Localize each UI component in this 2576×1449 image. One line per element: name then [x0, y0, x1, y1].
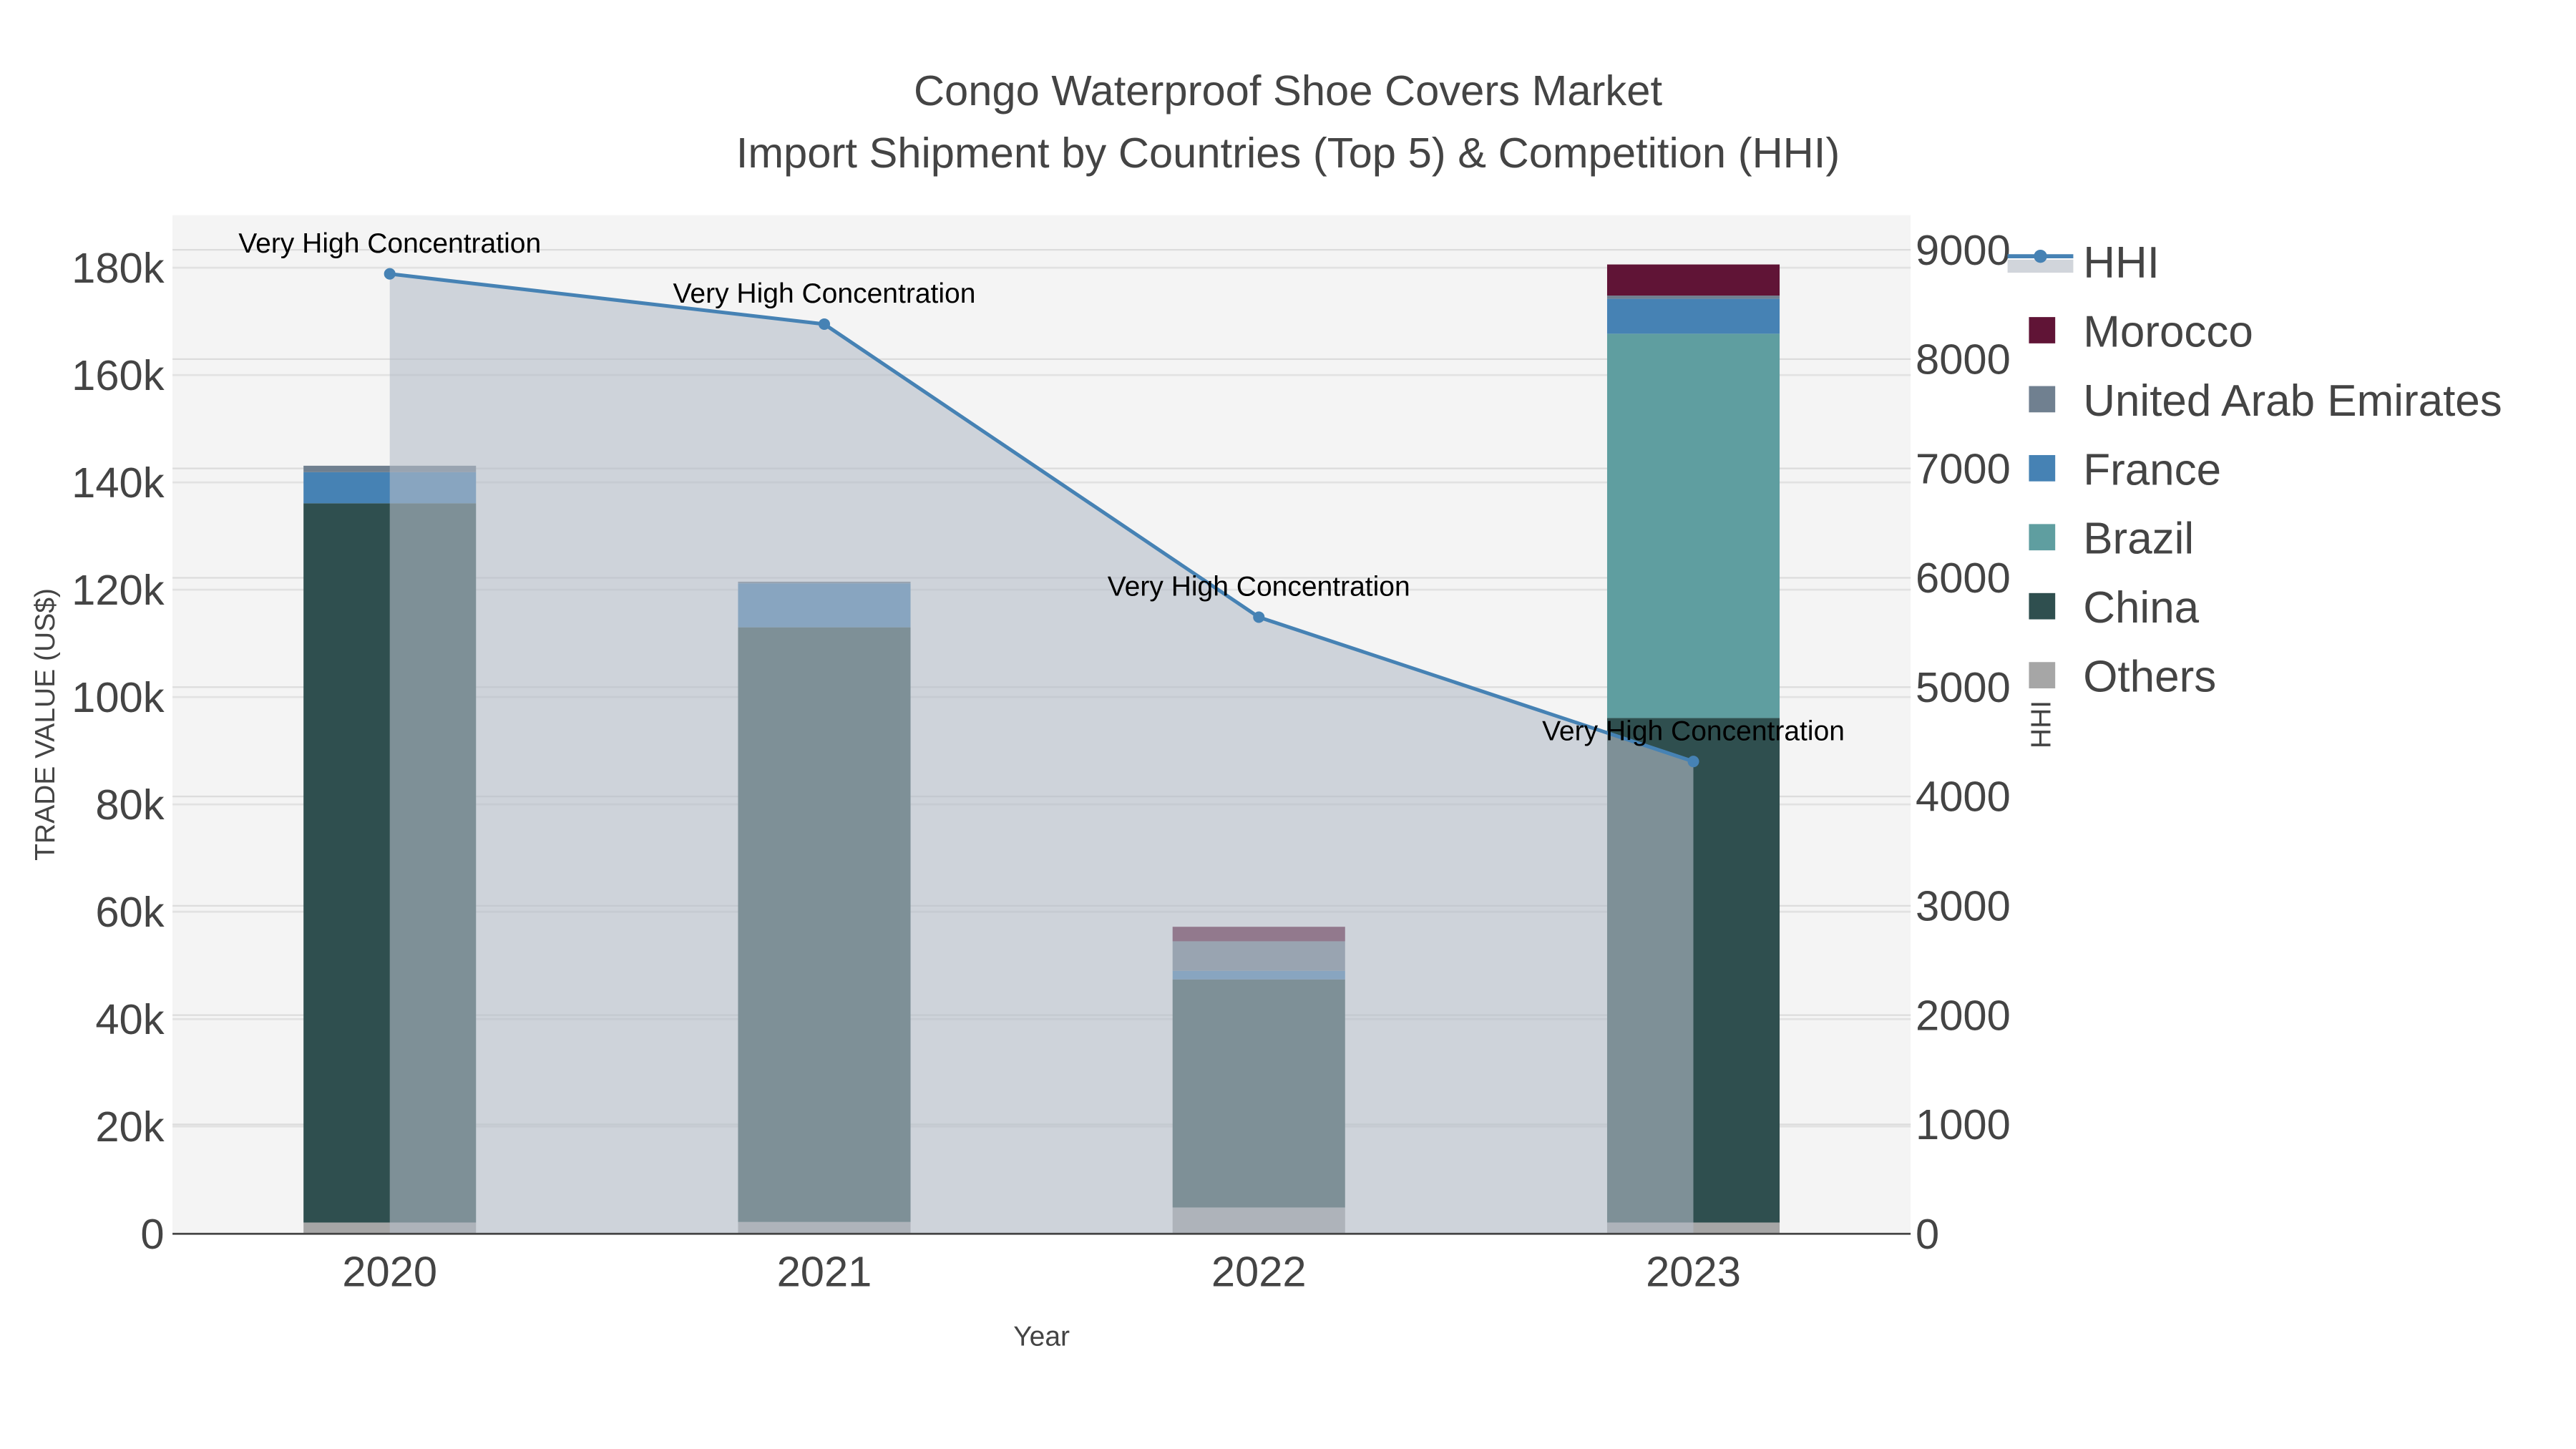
y2-tick-label: 8000 — [1916, 336, 2011, 384]
y2-tick-label: 7000 — [1916, 444, 2011, 492]
y-tick-label: 140k — [72, 459, 165, 507]
y-tick-label: 60k — [95, 888, 164, 936]
y2-tick-label: 9000 — [1916, 226, 2011, 274]
x-tick-label: 2021 — [777, 1248, 872, 1296]
chart: Very High Concentration Very High Concent… — [30, 67, 2502, 1352]
y2-axis-title: HHI — [2026, 701, 2057, 748]
y2-tick-label: 1000 — [1916, 1101, 2011, 1148]
y2-tick-label: 6000 — [1916, 554, 2011, 602]
legend-swatch-hhi-marker — [2034, 249, 2047, 263]
y-tick-label: 160k — [72, 351, 165, 399]
legend-swatch — [2029, 317, 2056, 343]
x-tick-label: 2022 — [1211, 1248, 1307, 1296]
legend-item: China — [2029, 583, 2200, 633]
legend-swatch — [2029, 592, 2056, 620]
legend-swatch — [2029, 524, 2056, 551]
legend-label: Morocco — [2083, 307, 2253, 356]
x-tick-label: 2020 — [342, 1248, 437, 1296]
legend-item: Others — [2029, 653, 2216, 702]
legend-label: France — [2083, 445, 2221, 494]
x-axis-title: Year — [1013, 1321, 1070, 1352]
legend-label: China — [2083, 583, 2199, 633]
y-tick-label: 0 — [140, 1210, 164, 1258]
x-tick-label: 2023 — [1646, 1248, 1741, 1296]
y-tick-label: 80k — [95, 781, 164, 829]
y-tick-label: 120k — [72, 566, 165, 614]
legend-label: Brazil — [2083, 514, 2194, 564]
y2-tick-label: 4000 — [1916, 773, 2011, 821]
hhi-point — [1253, 611, 1265, 623]
hhi-point — [1687, 756, 1699, 768]
legend-label: Others — [2083, 653, 2216, 702]
y-tick-label: 180k — [72, 244, 165, 292]
legend-item: United Arab Emirates — [2029, 376, 2502, 426]
legend-label: HHI — [2083, 238, 2160, 288]
bar-france — [1606, 298, 1780, 334]
y-axis-title: TRADE VALUE (US$) — [30, 588, 61, 861]
y-tick-label: 20k — [95, 1103, 164, 1151]
hhi-annotation: Very High Concentration — [1542, 716, 1845, 746]
chart-subtitle: Import Shipment by Countries (Top 5) & C… — [736, 129, 1840, 177]
y2-tick-label: 0 — [1916, 1210, 1939, 1258]
hhi-annotation: Very High Concentration — [1108, 572, 1410, 602]
hhi-point — [818, 318, 831, 331]
chart-title: Congo Waterproof Shoe Covers Market — [914, 67, 1663, 114]
legend-swatch — [2029, 454, 2056, 482]
legend-item: Brazil — [2029, 514, 2194, 564]
bar-united-arab-emirates — [1606, 296, 1780, 299]
hhi-annotation: Very High Concentration — [673, 278, 976, 309]
y-tick-label: 100k — [72, 673, 165, 721]
legend-item: HHI — [2007, 238, 2160, 288]
legend-item: France — [2029, 445, 2221, 494]
legend-label: United Arab Emirates — [2083, 376, 2502, 426]
bar-brazil — [1606, 333, 1780, 718]
bar-morocco — [1606, 264, 1780, 296]
y2-tick-label: 5000 — [1916, 663, 2011, 711]
legend-item: Morocco — [2029, 307, 2253, 356]
y2-tick-label: 2000 — [1916, 991, 2011, 1039]
legend-swatch — [2029, 662, 2056, 688]
hhi-annotation: Very High Concentration — [238, 228, 541, 259]
legend-swatch — [2029, 386, 2056, 413]
y2-tick-label: 3000 — [1916, 882, 2011, 930]
hhi-point — [384, 268, 396, 280]
y-tick-label: 40k — [95, 995, 164, 1043]
